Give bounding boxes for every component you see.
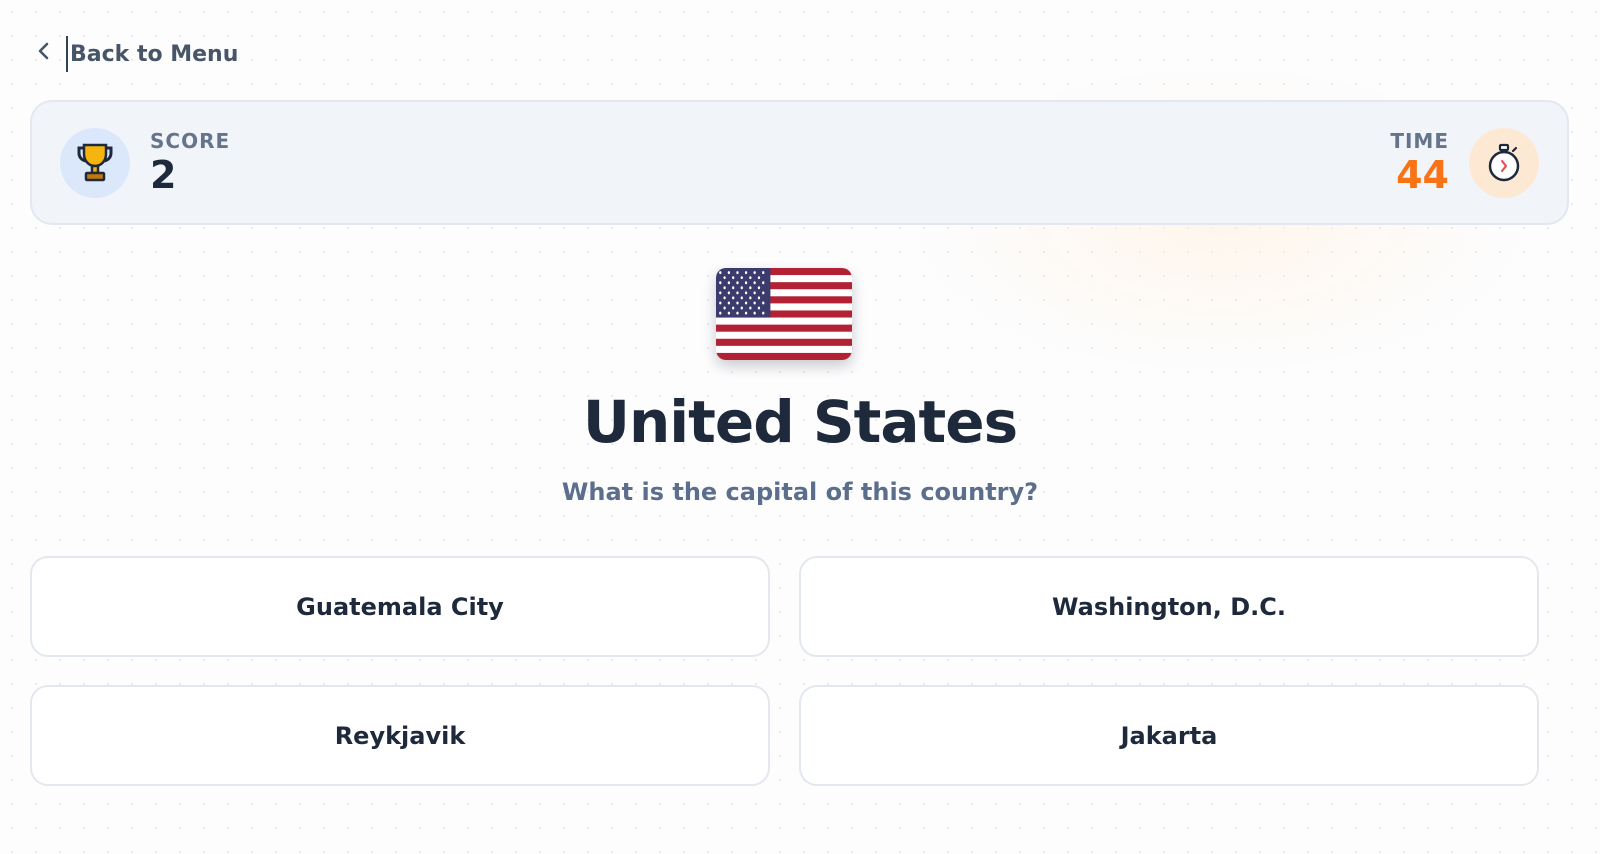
us-flag-image	[716, 268, 852, 360]
answer-button-3[interactable]: Reykjavik	[30, 685, 770, 786]
answer-grid: Guatemala City Washington, D.C. Reykjavi…	[30, 556, 1569, 786]
question-prompt: What is the capital of this country?	[561, 478, 1039, 506]
score-label: SCORE	[150, 128, 231, 153]
time-label: TIME	[1390, 128, 1449, 153]
answer-button-2[interactable]: Washington, D.C.	[799, 556, 1539, 657]
scoreboard: SCORE 2 TIME 44	[30, 100, 1569, 225]
answer-button-4[interactable]: Jakarta	[799, 685, 1539, 786]
answer-button-1[interactable]: Guatemala City	[30, 556, 770, 657]
text-cursor	[66, 36, 68, 72]
stopwatch-icon	[1469, 127, 1539, 198]
chevron-left-icon	[34, 41, 54, 67]
trophy-icon	[60, 127, 130, 198]
score-value: 2	[150, 152, 177, 197]
score-section: SCORE 2	[60, 127, 231, 198]
back-to-menu-link[interactable]: Back to Menu	[34, 36, 239, 72]
time-value: 44	[1396, 152, 1449, 197]
back-to-menu-label: Back to Menu	[70, 41, 239, 67]
time-section: TIME 44	[1390, 127, 1539, 198]
country-name: United States	[582, 388, 1018, 456]
